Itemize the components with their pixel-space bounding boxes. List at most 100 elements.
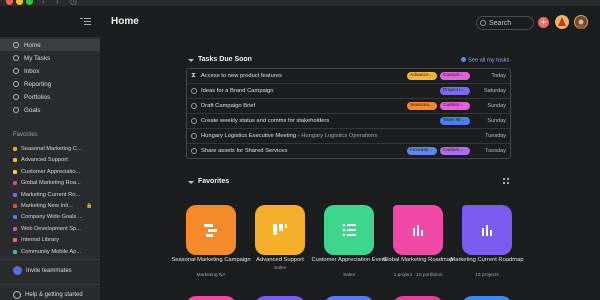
favorite-project-tile[interactable] <box>324 205 374 255</box>
sidebar-favorite-label: Internal Library <box>21 237 59 244</box>
sidebar-item-reporting[interactable]: Reporting <box>0 78 100 90</box>
sidebar-favorite-item[interactable]: Web Development Sp... <box>0 224 100 235</box>
favorite-project-tile[interactable] <box>462 296 512 300</box>
check-circle-icon[interactable] <box>191 103 197 109</box>
due-date: Tuesday <box>485 133 506 139</box>
sidebar-item-home[interactable]: Home <box>0 39 100 51</box>
grid-view-icon[interactable] <box>503 178 510 185</box>
project-tag[interactable]: Project I... <box>440 87 470 95</box>
sidebar-item-portfolios[interactable]: Portfolios <box>0 91 100 103</box>
check-circle-icon[interactable] <box>191 88 197 94</box>
task-row[interactable]: Ideas for a Brand Campaign Project I... Sa… <box>187 84 510 99</box>
task-title: Share assets for Shared Services <box>201 148 288 154</box>
back-icon[interactable]: ‹ <box>42 0 45 6</box>
sidebar-favorite-item[interactable]: Advanced Support <box>0 155 100 166</box>
board-icon <box>272 222 288 238</box>
sidebar-item-label: My Tasks <box>24 55 51 62</box>
task-row[interactable]: Hungary Logistics Executive Meeting › Hu… <box>187 129 510 144</box>
person-icon <box>13 107 19 113</box>
sidebar-favorite-label: Community Mobile Ap... <box>21 248 82 255</box>
project-tag[interactable]: Team W... <box>440 117 470 125</box>
project-tag[interactable]: Increase... <box>407 147 437 155</box>
due-date: Sunday <box>487 103 506 109</box>
task-row[interactable]: Share assets for Shared Services Custom..… <box>187 144 510 159</box>
check-circle-icon[interactable] <box>191 118 197 124</box>
project-color-icon <box>13 249 17 254</box>
favorite-project-tile[interactable] <box>324 296 374 300</box>
avatar[interactable] <box>574 15 588 29</box>
sidebar-item-my-tasks[interactable]: My Tasks <box>0 52 100 64</box>
check-circle-icon[interactable] <box>191 148 197 154</box>
sidebar-favorite-item[interactable]: Seasonal Marketing C... <box>0 144 100 155</box>
tasks-list: ⧗ Access to new product features Custom...… <box>186 68 511 159</box>
task-title: Ideas for a Brand Campaign <box>201 88 274 94</box>
invite-label: Invite teammates <box>26 268 72 274</box>
sidebar-favorite-item[interactable]: Global Marketing Roa... <box>0 178 100 189</box>
app-window: ‹ › ◷ Home Search + Home My Tasks Inbox Rep… <box>0 0 600 300</box>
due-date: Tuesday <box>485 148 506 154</box>
favorite-project-tile[interactable] <box>186 205 236 255</box>
sidebar-item-goals[interactable]: Goals <box>0 104 100 116</box>
project-tag[interactable]: Custom... <box>440 72 470 80</box>
task-row[interactable]: Draft Campaign Brief Custom... Seasona... S… <box>187 99 510 114</box>
search-input[interactable]: Search <box>476 16 534 30</box>
history-icon[interactable]: ◷ <box>70 0 77 6</box>
info-icon <box>461 57 466 62</box>
favorite-project-tile[interactable] <box>393 296 443 300</box>
task-title: Create weekly status and comms for stake… <box>201 118 330 124</box>
sidebar-favorite-label: Global Marketing Roa... <box>21 180 81 187</box>
sidebar-favorite-label: Company Wide Goals ... <box>21 214 83 221</box>
project-color-icon <box>13 147 17 151</box>
tile-subtitle: 13 projects <box>475 273 499 278</box>
project-tag[interactable]: Custom... <box>440 102 470 110</box>
see-all-label: See all my tasks <box>468 57 510 64</box>
favorite-project-tile[interactable] <box>186 296 236 300</box>
chart-icon <box>13 81 19 87</box>
project-tag[interactable]: Seasona... <box>407 102 437 110</box>
sidebar-favorite-item[interactable]: Internal Library <box>0 235 100 246</box>
task-row[interactable]: ⧗ Access to new product features Custom...… <box>187 69 510 84</box>
project-color-icon <box>13 226 17 231</box>
favorites-section-title: Favorites <box>198 178 230 185</box>
sidebar: Home My Tasks Inbox Reporting Portfolios Goal… <box>0 37 100 300</box>
hourglass-icon[interactable]: ⧗ <box>191 72 197 79</box>
check-circle-icon[interactable] <box>191 133 197 139</box>
sidebar-item-inbox[interactable]: Inbox <box>0 65 100 77</box>
sidebar-toggle-icon[interactable] <box>80 17 91 26</box>
favorite-project-tile[interactable] <box>255 296 305 300</box>
tile-subtitle: Sales <box>274 266 286 271</box>
favorite-project-tile[interactable] <box>462 205 512 255</box>
see-all-tasks-link[interactable]: See all my tasks <box>461 57 509 64</box>
project-color-icon <box>13 215 17 220</box>
favorite-project-tile[interactable] <box>255 205 305 255</box>
sidebar-favorite-item[interactable]: Company Wide Goals ... <box>0 212 100 223</box>
bell-icon <box>13 68 19 74</box>
project-tag[interactable]: Advance... <box>407 72 437 80</box>
sidebar-item-label: Home <box>24 42 41 49</box>
collapse-favorites-icon[interactable] <box>188 181 194 184</box>
task-row[interactable]: Create weekly status and comms for stake… <box>187 114 510 129</box>
favorite-project-tile[interactable] <box>393 205 443 255</box>
search-icon <box>480 20 486 26</box>
sidebar-item-label: Portfolios <box>24 94 51 101</box>
sidebar-favorite-item[interactable]: Marketing Current Ro... <box>0 190 100 201</box>
home-icon <box>13 42 19 48</box>
sidebar-item-label: Goals <box>24 107 41 114</box>
sidebar-item-label: Inbox <box>24 68 40 75</box>
portfolio-chart-icon <box>410 222 426 238</box>
project-tag[interactable]: Custom... <box>440 147 470 155</box>
project-color-icon <box>13 238 17 243</box>
sidebar-favorite-item[interactable]: Community Mobile Ap... <box>0 247 100 258</box>
sidebar-favorite-item[interactable]: Marketing New Init... 🔒 <box>0 201 100 212</box>
page-title: Home <box>111 16 139 27</box>
create-button[interactable]: + <box>538 17 549 28</box>
sidebar-item-label: Reporting <box>24 81 52 88</box>
avatar-secondary[interactable] <box>555 15 569 29</box>
task-name: Share assets for Shared Services <box>201 148 287 154</box>
tile-subtitle: Marketing NA <box>196 273 226 278</box>
folder-icon <box>13 94 19 100</box>
sidebar-favorite-item[interactable]: Customer Appreciatio... <box>0 167 100 178</box>
collapse-tasks-icon[interactable] <box>188 59 194 62</box>
project-color-icon <box>13 204 17 208</box>
forward-icon[interactable]: › <box>56 0 59 6</box>
